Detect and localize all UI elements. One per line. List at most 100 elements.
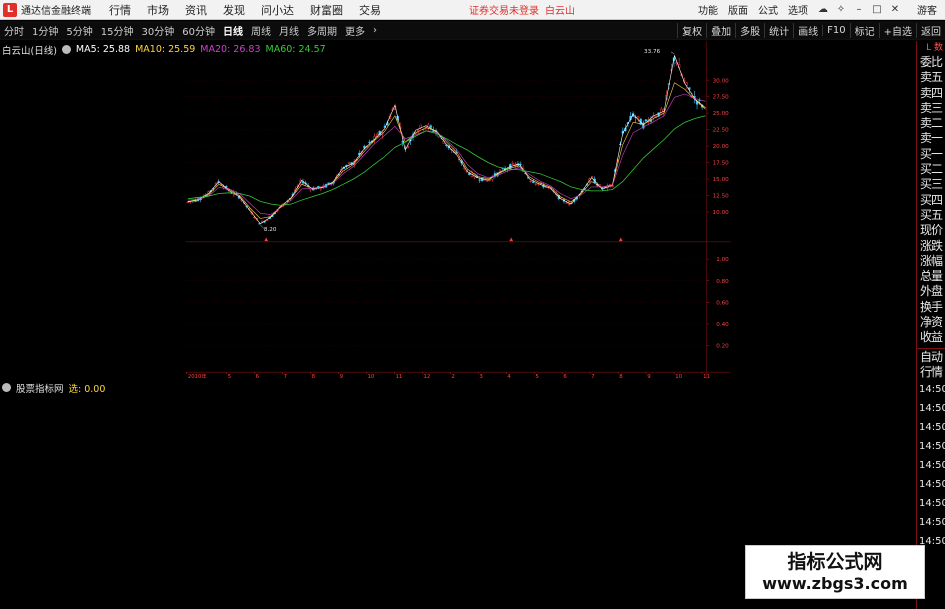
overlay-button[interactable]: 叠加 [706, 22, 735, 38]
moving-average-lines: 33.76 8.20 [187, 49, 706, 233]
quote-label: 现价 [919, 223, 943, 238]
candle-body [637, 116, 640, 119]
back-button[interactable]: 返回 [916, 22, 945, 38]
y-tick-label: 25.00 [713, 111, 730, 117]
quote-label: 涨幅 [919, 253, 943, 268]
tab-60min[interactable]: 60分钟 [178, 23, 219, 38]
x-tick-label: 11 [396, 374, 403, 379]
y-tick-label: 0.20 [716, 344, 729, 350]
menu-trade[interactable]: 交易 [351, 2, 389, 18]
candle-body [347, 162, 351, 164]
menu-wealth[interactable]: 财富圈 [302, 2, 351, 18]
y-tick-label: 30.00 [713, 78, 730, 84]
y-tick-label: 0.40 [716, 322, 729, 328]
draw-line-button[interactable]: 画线 [793, 22, 822, 38]
x-tick-label: 8 [312, 374, 316, 379]
y-tick-label: 10.00 [713, 210, 730, 216]
menu-formula[interactable]: 公式 [753, 2, 783, 17]
menu-options[interactable]: 选项 [783, 2, 813, 17]
y-tick-label: 22.50 [713, 128, 730, 134]
menu-discover[interactable]: 发现 [215, 2, 253, 18]
x-tick-label: 9 [340, 374, 344, 379]
tick-time: 14:50 [919, 422, 945, 434]
candle-body [501, 168, 504, 170]
gear-icon[interactable] [2, 383, 11, 392]
menu-market[interactable]: 市场 [139, 2, 177, 18]
x-tick-label: 12 [423, 374, 430, 379]
annotation-pointer [670, 51, 675, 55]
quote-label: 买二 [919, 162, 943, 177]
quote-label: 涨跌 [919, 238, 943, 253]
kline-chart[interactable]: 33.76 8.20 30.00 27.50 25.00 22.50 20.00 17.50… [0, 41, 916, 379]
quote-label: 买四 [919, 192, 943, 207]
tab-daily[interactable]: 日线 [219, 23, 247, 38]
current-stock-name: 白云山 [545, 6, 575, 17]
ma-line [187, 55, 706, 225]
tab-30min[interactable]: 30分钟 [137, 23, 178, 38]
y-tick-label: 17.50 [713, 161, 730, 167]
tab-weekly[interactable]: 周线 [247, 23, 275, 38]
candle-body [429, 125, 433, 128]
indicator-panel: 1.00 0.80 0.60 0.40 0.20 ▲ ▲ ▲ [185, 236, 729, 350]
max-price-label: 33.76 [644, 49, 661, 55]
y-tick-label: 20.00 [713, 144, 730, 150]
price-axis: 30.00 27.50 25.00 22.50 20.00 17.50 15.00 12.50… [706, 78, 730, 216]
toolbar-right: 复权 叠加 多股 统计 画线 F10 标记 +自选 返回 [677, 22, 945, 38]
y-tick-label: 15.00 [713, 177, 730, 183]
shirt-icon[interactable]: ✧ [833, 3, 849, 17]
quote-label: 总量 [919, 269, 943, 284]
menu-news[interactable]: 资讯 [177, 2, 215, 18]
tick-header: 行情 [919, 364, 943, 379]
candle-body [565, 202, 568, 204]
multi-stock-button[interactable]: 多股 [735, 22, 764, 38]
candle-body [529, 180, 532, 182]
tab-monthly[interactable]: 月线 [275, 23, 303, 38]
menu-layout[interactable]: 版面 [723, 2, 753, 17]
statistics-button[interactable]: 统计 [764, 22, 793, 38]
tick-header: 自动 [919, 349, 943, 364]
maximize-icon[interactable]: □ [869, 3, 885, 17]
menu-quotes[interactable]: 行情 [101, 2, 139, 18]
quote-label: 卖四 [919, 85, 943, 100]
gear-icon[interactable] [61, 45, 71, 54]
minimize-icon[interactable]: – [851, 3, 867, 17]
x-tick-label: 8 [619, 374, 623, 379]
quote-label: 卖三 [919, 100, 943, 115]
mark-button[interactable]: 标记 [849, 22, 879, 38]
candle-body [478, 179, 481, 181]
tab-multi-period[interactable]: 多周期 [303, 23, 341, 38]
quote-panel-header: L 数 [926, 43, 943, 53]
quote-label: 买一 [919, 146, 943, 161]
tick-list: 自动 行情 14:50 14:50 14:50 14:50 14:50 14:50 14:50 1… [917, 350, 945, 552]
quote-label: 委比 [919, 55, 943, 69]
quote-label: 买三 [919, 177, 943, 192]
adjust-button[interactable]: 复权 [677, 22, 706, 38]
tab-15min[interactable]: 15分钟 [97, 23, 138, 38]
candle-body [368, 141, 371, 143]
cloud-icon[interactable]: ☁ [815, 3, 831, 17]
x-tick-label: 5 [228, 374, 231, 379]
menu-ask[interactable]: 问小达 [253, 2, 302, 18]
ma20-label: MA20: 26.83 [200, 44, 261, 55]
tab-5min[interactable]: 5分钟 [62, 23, 96, 38]
guest-user[interactable]: 游客 [903, 2, 945, 17]
ma-line [187, 82, 706, 219]
x-tick-label: 2 [451, 374, 454, 379]
candle-body [590, 176, 594, 178]
f10-button[interactable]: F10 [822, 24, 849, 36]
tab-1min[interactable]: 1分钟 [28, 23, 62, 38]
add-watchlist-button[interactable]: +自选 [878, 22, 916, 38]
date-axis: 2010年 5 6 7 8 9 10 11 12 2 3 4 5 6 7 8 9 10 11 [185, 372, 731, 379]
tab-more[interactable]: 更多 [341, 23, 369, 38]
x-tick-label: 7 [591, 374, 594, 379]
tab-intraday[interactable]: 分时 [0, 23, 28, 38]
app-title: 通达信金融终端 [21, 6, 91, 17]
x-tick-label: 4 [507, 374, 511, 379]
login-status[interactable]: 证券交易未登录 [469, 2, 539, 17]
chevron-right-icon[interactable]: › [369, 25, 381, 36]
quote-label: 卖二 [919, 116, 943, 131]
close-icon[interactable]: ✕ [887, 3, 903, 17]
menu-functions[interactable]: 功能 [693, 2, 723, 17]
y-tick-label: 27.50 [713, 95, 730, 101]
indicator-legend: 股票指标网 选: 0.00 [2, 381, 110, 395]
